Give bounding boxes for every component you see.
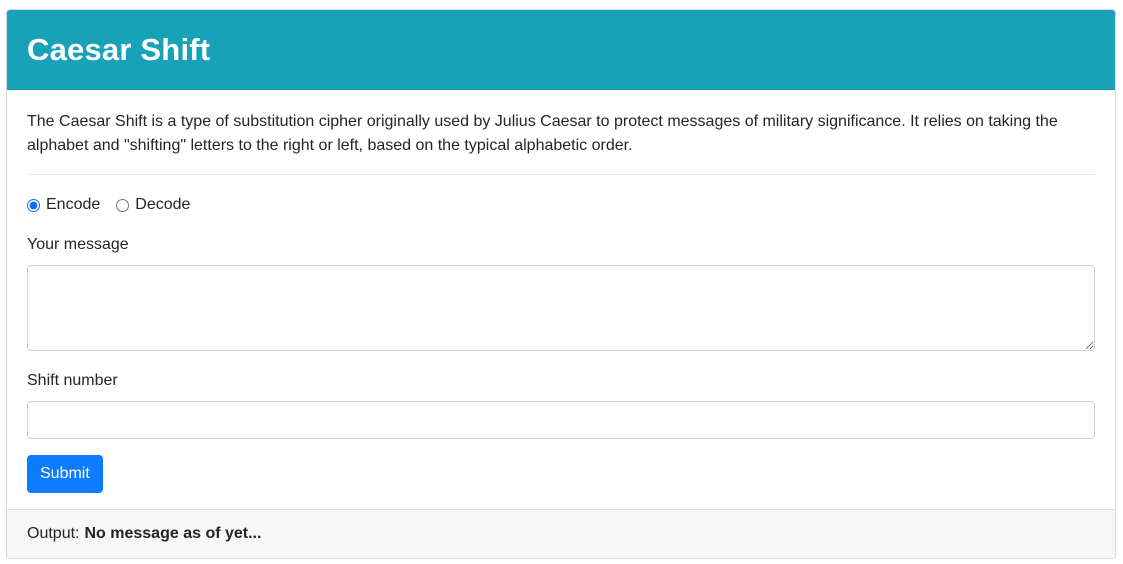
decode-radio[interactable] xyxy=(116,198,130,212)
decode-option[interactable]: Decode xyxy=(116,196,190,214)
page-title: Caesar Shift xyxy=(27,31,211,67)
encode-label: Encode xyxy=(46,196,101,213)
shift-label: Shift number xyxy=(27,372,118,389)
encode-radio[interactable] xyxy=(27,198,40,212)
intro-text: The Caesar Shift is a type of substituti… xyxy=(27,110,1095,175)
output-footer: Output: No message as of yet... xyxy=(7,509,1115,558)
mode-selector: Encode Decode xyxy=(27,195,1095,215)
caesar-card: Caesar Shift The Caesar Shift is a type … xyxy=(6,9,1116,559)
decode-label: Decode xyxy=(135,196,191,213)
card-header: Caesar Shift xyxy=(7,10,1115,90)
submit-button[interactable]: Submit xyxy=(27,455,103,493)
card-body: The Caesar Shift is a type of substituti… xyxy=(7,90,1115,493)
shift-input[interactable] xyxy=(27,401,1095,439)
message-input[interactable] xyxy=(27,265,1095,351)
output-label: Output: xyxy=(27,525,80,542)
message-label: Your message xyxy=(27,236,129,253)
output-value: No message as of yet... xyxy=(84,525,262,542)
encode-option[interactable]: Encode xyxy=(27,196,100,214)
